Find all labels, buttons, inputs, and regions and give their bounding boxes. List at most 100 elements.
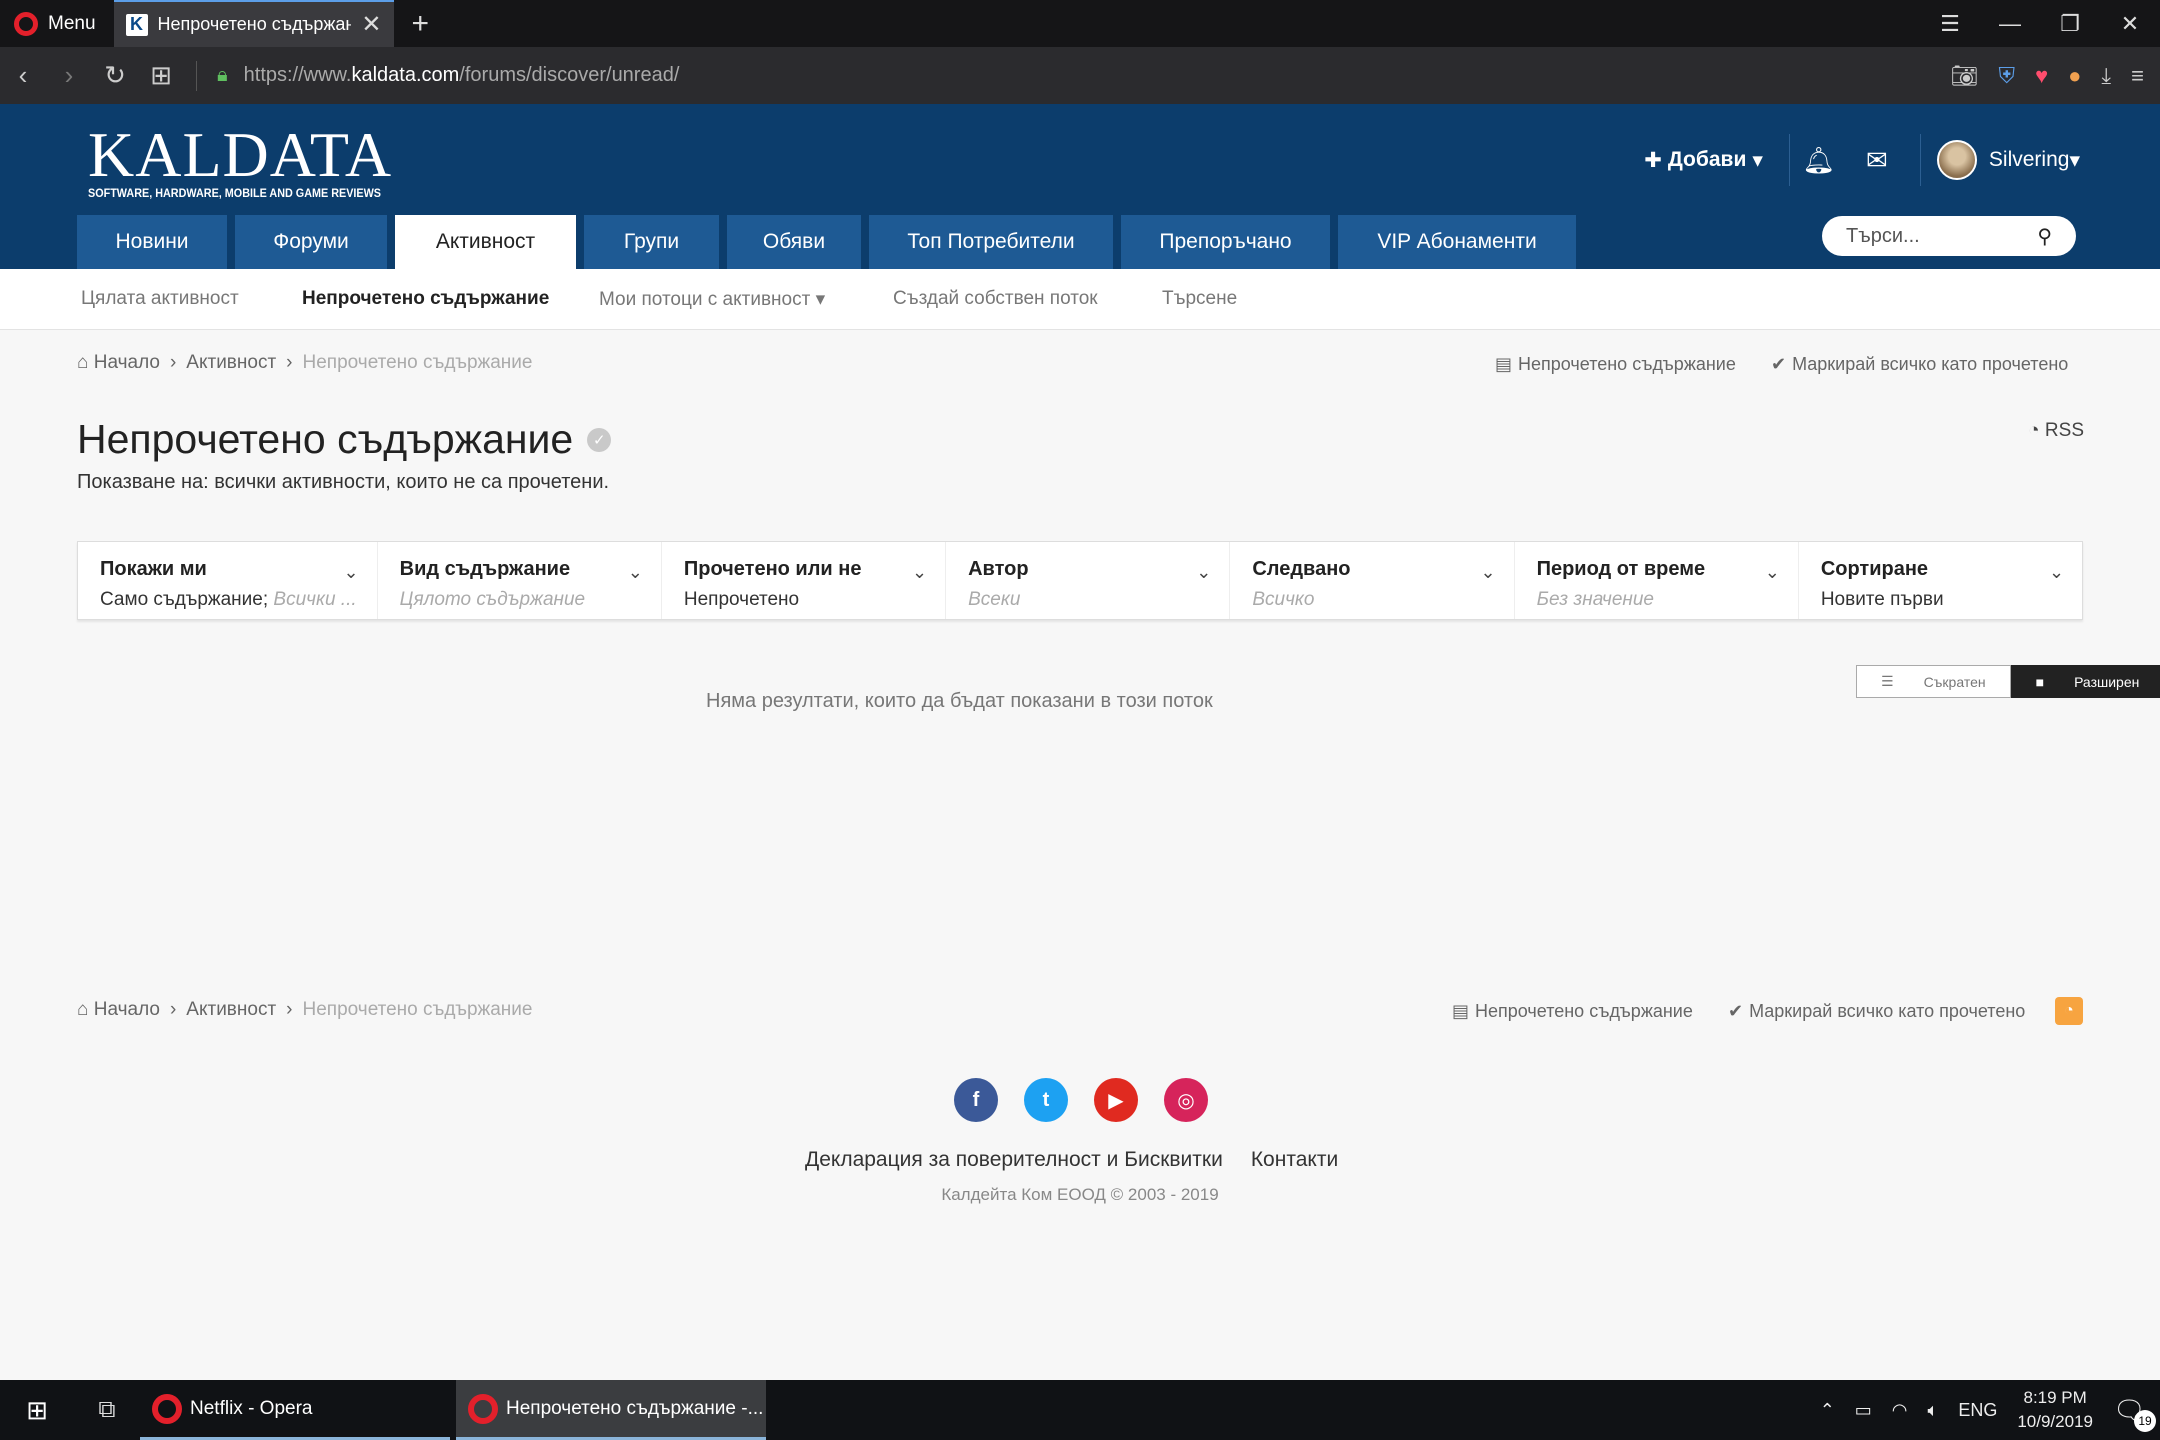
- taskbar-app-kaldata[interactable]: Непрочетено съдържание -...: [456, 1380, 766, 1440]
- filter-followed[interactable]: Следвано Всичко ⌄: [1230, 542, 1515, 619]
- subnav-search[interactable]: Търсене: [1162, 288, 1237, 310]
- clock[interactable]: 8:19 PM 10/9/2019: [2017, 1386, 2093, 1434]
- speed-dial-icon[interactable]: ⊞: [138, 60, 184, 91]
- notifications-bell-icon[interactable]: 🔔︎: [1790, 145, 1848, 176]
- filter-read-status[interactable]: Прочетено или не Непрочетено ⌄: [662, 542, 947, 619]
- lock-icon[interactable]: 🔒︎: [217, 64, 228, 87]
- kaldata-logo[interactable]: KALDATA SOFTWARE, HARDWARE, MOBILE AND G…: [88, 119, 414, 201]
- reload-icon[interactable]: ↻: [92, 60, 138, 91]
- breadcrumb-activity[interactable]: Активност: [186, 352, 276, 374]
- youtube-icon[interactable]: ▶: [1094, 1078, 1138, 1122]
- mark-all-read-link-bottom[interactable]: ✔ Маркирай всичко като прочетено: [1728, 1001, 2025, 1022]
- tab-close-icon[interactable]: ✕: [361, 10, 381, 39]
- filter-show-me[interactable]: Покажи ми Само съдържание; Всички ... ⌄: [78, 542, 378, 619]
- nav-tab-vip[interactable]: VIP Абонаменти: [1338, 215, 1576, 269]
- filter-time-period[interactable]: Период от време Без значение ⌄: [1515, 542, 1799, 619]
- windows-start-icon[interactable]: ⊞: [0, 1395, 74, 1426]
- url-field[interactable]: https://www.kaldata.com/forums/discover/…: [244, 64, 680, 87]
- twitter-icon[interactable]: t: [1024, 1078, 1068, 1122]
- nav-tab-news[interactable]: Новини: [77, 215, 227, 269]
- add-content-button[interactable]: ✚ Добави ▾: [1644, 134, 1790, 186]
- opera-menu-button[interactable]: Menu: [0, 0, 114, 47]
- nav-tab-classifieds[interactable]: Обяви: [727, 215, 861, 269]
- page-title: Непрочетено съдържание ✓: [77, 416, 612, 463]
- filter-author[interactable]: Автор Всеки ⌄: [946, 542, 1231, 619]
- social-links: f t ▶ ◎: [954, 1078, 1208, 1122]
- unread-content-link-bottom[interactable]: ▤ Непрочетено съдържание: [1452, 1001, 1693, 1022]
- kaldata-favicon-icon: K: [125, 13, 148, 36]
- breadcrumb-current: Непрочетено съдържание: [302, 352, 533, 373]
- taskbar-app-netflix[interactable]: Netflix - Opera: [140, 1380, 450, 1440]
- minimize-icon[interactable]: —: [1980, 0, 2040, 47]
- filter-sort[interactable]: Сортиране Новите първи ⌄: [1799, 542, 2082, 619]
- battery-icon[interactable]: ▭: [1855, 1400, 1872, 1421]
- tab-title: Непрочетено съдържание: [157, 14, 352, 34]
- instagram-icon[interactable]: ◎: [1164, 1078, 1208, 1122]
- unread-list-icon: ▤: [1495, 354, 1513, 374]
- breadcrumb-separator: ›: [286, 352, 293, 373]
- tray-chevron-up-icon[interactable]: ⌃: [1820, 1400, 1835, 1421]
- browser-tab-active[interactable]: K Непрочетено съдържание ✕: [113, 0, 394, 47]
- subnav-unread-content[interactable]: Непрочетено съдържание: [302, 288, 549, 310]
- caret-down-icon: ▾: [1752, 148, 1763, 172]
- site-search-input[interactable]: Търси... ⚲: [1822, 216, 2076, 256]
- new-tab-plus-icon[interactable]: +: [394, 7, 448, 41]
- checkmark-icon: ✔: [1771, 354, 1787, 374]
- main-navigation: Новини Форуми Активност Групи Обяви Топ …: [77, 215, 1576, 269]
- user-avatar[interactable]: [1936, 140, 1977, 180]
- toolbar-divider: [196, 60, 197, 91]
- nav-tab-forums[interactable]: Форуми: [235, 215, 387, 269]
- facebook-icon[interactable]: f: [954, 1078, 998, 1122]
- breadcrumb-activity[interactable]: Активност: [186, 999, 276, 1021]
- download-icon[interactable]: ⤓: [2101, 63, 2111, 89]
- nav-tab-activity[interactable]: Активност: [395, 215, 576, 269]
- view-expanded-button[interactable]: ■ Разширен: [2010, 665, 2160, 698]
- easy-setup-icon[interactable]: ☰: [1920, 0, 1980, 47]
- rss-link[interactable]: ◔ RSS: [2028, 420, 2084, 442]
- stream-filters: Покажи ми Само съдържание; Всички ... ⌄ …: [77, 541, 2083, 620]
- chevron-down-icon: ⌄: [1196, 562, 1212, 582]
- system-tray: ⌃ ▭ ◠ 🔈︎ ENG 8:19 PM 10/9/2019 🗨︎ 19: [1820, 1386, 2160, 1434]
- extension-icon[interactable]: ●: [2068, 63, 2081, 89]
- snapshot-camera-icon[interactable]: 📷︎: [1951, 63, 1979, 89]
- verified-check-icon: ✓: [587, 427, 612, 452]
- unread-content-link[interactable]: ▤ Непрочетено съдържание: [1495, 354, 1736, 375]
- back-icon[interactable]: ‹: [0, 60, 46, 91]
- bookmark-heart-icon[interactable]: ♥: [2035, 63, 2048, 89]
- wifi-icon[interactable]: ◠: [1892, 1400, 1908, 1421]
- nav-tab-groups[interactable]: Групи: [584, 215, 719, 269]
- user-bar-divider: [1919, 134, 1921, 186]
- breadcrumb: ⌂ Начало › Активност › Непрочетено съдър…: [77, 352, 532, 374]
- privacy-link[interactable]: Декларация за поверителност и Бисквитки: [805, 1148, 1223, 1172]
- nav-tab-recommended[interactable]: Препоръчано: [1121, 215, 1330, 269]
- chevron-down-icon: ⌄: [1480, 562, 1496, 582]
- subnav-create-stream[interactable]: Създай собствен поток: [893, 288, 1098, 310]
- restore-icon[interactable]: ❐: [2040, 0, 2100, 47]
- subnav-my-streams[interactable]: Мои потоци с активност ▾: [599, 288, 825, 311]
- task-view-icon[interactable]: ⧉: [74, 1396, 140, 1424]
- adblock-shield-icon[interactable]: ⛨: [1999, 63, 2016, 89]
- username-link[interactable]: Silvering: [1989, 148, 2070, 172]
- forward-icon[interactable]: ›: [46, 60, 92, 91]
- subnav-all-activity[interactable]: Цялата активност: [81, 288, 239, 310]
- language-indicator[interactable]: ENG: [1958, 1400, 1997, 1421]
- close-window-icon[interactable]: ✕: [2100, 0, 2160, 47]
- settings-sliders-icon[interactable]: ≡: [2131, 63, 2144, 89]
- logo-text: KALDATA: [88, 119, 393, 190]
- nav-tab-top-users[interactable]: Топ Потребители: [869, 215, 1113, 269]
- user-caret-down-icon[interactable]: ▾: [2069, 148, 2080, 173]
- mark-all-read-link[interactable]: ✔ Маркирай всичко като прочетено: [1771, 354, 2068, 375]
- footer-rss-icon[interactable]: ◔: [2055, 997, 2083, 1025]
- breadcrumb-home[interactable]: ⌂ Начало: [77, 999, 160, 1021]
- volume-icon[interactable]: 🔈︎: [1928, 1400, 1939, 1421]
- filter-content-type[interactable]: Вид съдържание Цялото съдържание ⌄: [378, 542, 662, 619]
- breadcrumb-separator: ›: [169, 352, 177, 373]
- contacts-link[interactable]: Контакти: [1251, 1148, 1338, 1172]
- view-compact-button[interactable]: ☰ Съкратен: [1856, 665, 2011, 698]
- notification-count: 19: [2134, 1409, 2156, 1432]
- search-icon[interactable]: ⚲: [2037, 224, 2052, 249]
- action-center-icon[interactable]: 🗨︎ 19: [2113, 1395, 2156, 1432]
- messages-envelope-icon[interactable]: ✉: [1848, 145, 1906, 176]
- breadcrumb-home[interactable]: ⌂ Начало: [77, 352, 160, 374]
- opera-logo-icon: [468, 1393, 498, 1424]
